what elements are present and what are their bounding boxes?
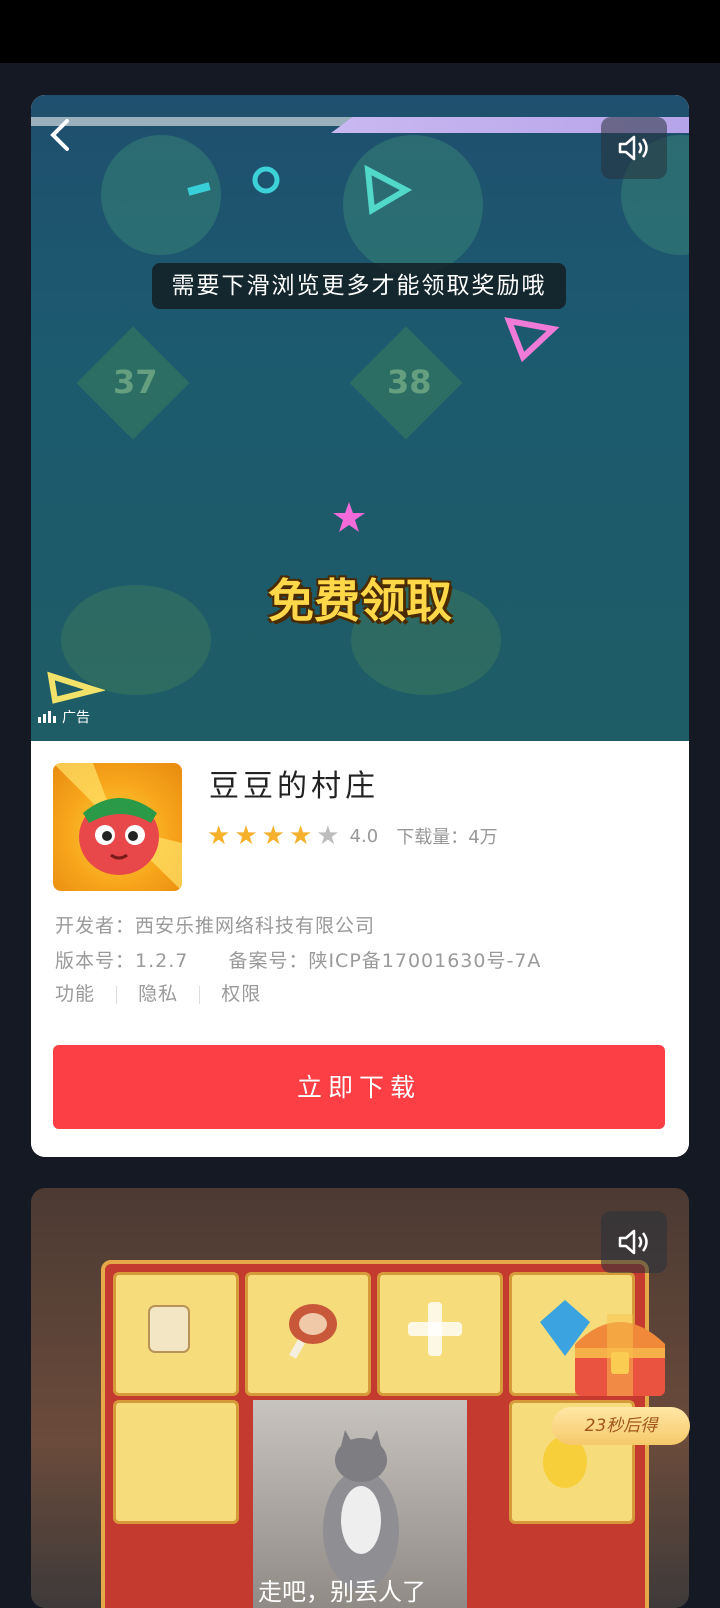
treasure-chest-image (575, 1314, 665, 1396)
triangle-decoration (504, 317, 560, 363)
version-text: 版本号：1.2.7 (55, 950, 189, 972)
reward-cell (113, 1400, 239, 1524)
scroll-hint: 需要下滑浏览更多才能领取奖励哦 (152, 263, 566, 309)
star-icon: ★ (261, 821, 285, 851)
sound-toggle-button[interactable] (601, 117, 667, 179)
app-icon[interactable] (53, 763, 182, 891)
ad-card-1: 37 38 需要下滑浏览更多才能领取奖励哦 免费领取 广告 豆豆的村庄 ★ ★ … (31, 95, 689, 1157)
link-features[interactable]: 功能 (55, 983, 95, 1005)
app-logo-image (53, 763, 182, 891)
divider (116, 985, 118, 1004)
ad-mark-icon (38, 711, 56, 723)
star-icon: ★ (288, 821, 313, 851)
sound-toggle-button-2[interactable] (601, 1211, 667, 1273)
speaker-icon (618, 1229, 648, 1255)
star-icon: ★ (316, 821, 340, 851)
app-info-panel: 豆豆的村庄 ★ ★ ★ ★ ★ 4.0 下载量：4万 开发者：西安乐推网络科技有… (31, 741, 689, 1157)
triangle-decoration (47, 671, 105, 704)
scroll-icon (148, 1305, 190, 1353)
version-record-info: 版本号：1.2.7 备案号：陕ICP备17001630号-7A (55, 946, 541, 973)
shape-decorations (187, 164, 413, 215)
ad-video-1[interactable]: 37 38 需要下滑浏览更多才能领取奖励哦 免费领取 广告 (31, 95, 689, 741)
link-permissions[interactable]: 权限 (221, 983, 261, 1005)
star-icon: ★ (234, 821, 258, 851)
star-decoration (333, 502, 365, 532)
back-button[interactable] (45, 115, 77, 155)
level-label: 38 (387, 363, 432, 401)
reward-timer: 23秒后得 (552, 1407, 690, 1445)
rating-value: 4.0 (349, 825, 379, 847)
link-privacy[interactable]: 隐私 (138, 983, 178, 1005)
back-arrow-icon (50, 119, 69, 151)
divider (199, 985, 201, 1004)
app-rating: ★ ★ ★ ★ ★ 4.0 下载量：4万 (207, 823, 498, 849)
meat-icon (289, 1304, 337, 1359)
ad-label-text: 广告 (62, 710, 90, 726)
app-name: 豆豆的村庄 (209, 769, 379, 804)
download-now-button[interactable]: 立即下载 (53, 1045, 665, 1129)
star-icon: ★ (207, 821, 231, 851)
record-text: 备案号：陕ICP备17001630号-7A (228, 950, 542, 972)
developer-info: 开发者：西安乐推网络科技有限公司 (55, 915, 376, 937)
app-links: 功能 隐私 权限 (55, 979, 261, 1006)
video-caption: 走吧，别丢人了 (258, 1578, 426, 1606)
ad-label: 广告 (37, 707, 90, 727)
treasure-chest-icon[interactable] (565, 1304, 675, 1404)
speaker-icon (618, 135, 648, 161)
plus-icon (408, 1302, 462, 1356)
status-bar (0, 0, 720, 63)
download-count: 下载量：4万 (396, 827, 498, 848)
level-label: 37 (113, 363, 158, 401)
promo-text: 免费领取 (268, 574, 452, 628)
